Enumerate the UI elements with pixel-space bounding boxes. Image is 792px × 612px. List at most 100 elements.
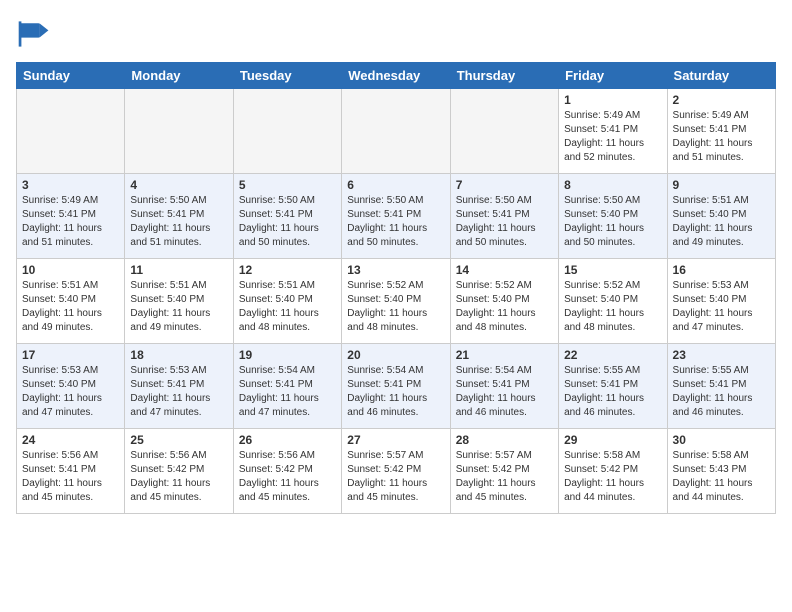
day-info: Sunrise: 5:53 AM Sunset: 5:40 PM Dayligh… (673, 279, 770, 335)
day-number: 20 (347, 348, 444, 362)
day-cell: 24Sunrise: 5:56 AM Sunset: 5:41 PM Dayli… (17, 429, 125, 514)
day-info: Sunrise: 5:51 AM Sunset: 5:40 PM Dayligh… (22, 279, 119, 335)
day-info: Sunrise: 5:52 AM Sunset: 5:40 PM Dayligh… (456, 279, 553, 335)
day-number: 1 (564, 93, 661, 107)
week-row: 1 Sunrise: 5:49 AM Sunset: 5:41 PM Daylig… (17, 89, 776, 174)
day-cell: 30Sunrise: 5:58 AM Sunset: 5:43 PM Dayli… (667, 429, 775, 514)
day-cell: 16 Sunrise: 5:53 AM Sunset: 5:40 PM Dayli… (667, 259, 775, 344)
day-number: 6 (347, 178, 444, 192)
day-info: Sunrise: 5:50 AM Sunset: 5:41 PM Dayligh… (347, 194, 444, 250)
logo (16, 16, 56, 52)
day-cell: 10Sunrise: 5:51 AM Sunset: 5:40 PM Dayli… (17, 259, 125, 344)
day-info: Sunrise: 5:53 AM Sunset: 5:40 PM Dayligh… (22, 364, 119, 420)
week-row: 10Sunrise: 5:51 AM Sunset: 5:40 PM Dayli… (17, 259, 776, 344)
day-info: Sunrise: 5:52 AM Sunset: 5:40 PM Dayligh… (564, 279, 661, 335)
day-cell: 6 Sunrise: 5:50 AM Sunset: 5:41 PM Daylig… (342, 174, 450, 259)
day-info: Sunrise: 5:57 AM Sunset: 5:42 PM Dayligh… (456, 449, 553, 505)
day-info: Sunrise: 5:50 AM Sunset: 5:40 PM Dayligh… (564, 194, 661, 250)
day-cell (450, 89, 558, 174)
day-info: Sunrise: 5:51 AM Sunset: 5:40 PM Dayligh… (239, 279, 336, 335)
day-cell: 22 Sunrise: 5:55 AM Sunset: 5:41 PM Dayli… (559, 344, 667, 429)
header (16, 16, 776, 52)
day-cell: 5 Sunrise: 5:50 AM Sunset: 5:41 PM Daylig… (233, 174, 341, 259)
day-number: 13 (347, 263, 444, 277)
calendar: SundayMondayTuesdayWednesdayThursdayFrid… (16, 62, 776, 514)
day-cell: 9 Sunrise: 5:51 AM Sunset: 5:40 PM Daylig… (667, 174, 775, 259)
header-row: SundayMondayTuesdayWednesdayThursdayFrid… (17, 63, 776, 89)
day-info: Sunrise: 5:56 AM Sunset: 5:42 PM Dayligh… (239, 449, 336, 505)
day-info: Sunrise: 5:55 AM Sunset: 5:41 PM Dayligh… (564, 364, 661, 420)
day-info: Sunrise: 5:55 AM Sunset: 5:41 PM Dayligh… (673, 364, 770, 420)
day-number: 8 (564, 178, 661, 192)
day-cell: 15 Sunrise: 5:52 AM Sunset: 5:40 PM Dayli… (559, 259, 667, 344)
day-number: 5 (239, 178, 336, 192)
day-info: Sunrise: 5:56 AM Sunset: 5:41 PM Dayligh… (22, 449, 119, 505)
day-number: 19 (239, 348, 336, 362)
week-row: 24Sunrise: 5:56 AM Sunset: 5:41 PM Dayli… (17, 429, 776, 514)
weekday-header: Friday (559, 63, 667, 89)
day-info: Sunrise: 5:54 AM Sunset: 5:41 PM Dayligh… (456, 364, 553, 420)
day-cell (125, 89, 233, 174)
day-info: Sunrise: 5:58 AM Sunset: 5:42 PM Dayligh… (564, 449, 661, 505)
day-info: Sunrise: 5:50 AM Sunset: 5:41 PM Dayligh… (130, 194, 227, 250)
day-number: 11 (130, 263, 227, 277)
day-cell: 8 Sunrise: 5:50 AM Sunset: 5:40 PM Daylig… (559, 174, 667, 259)
weekday-header: Tuesday (233, 63, 341, 89)
day-cell: 11 Sunrise: 5:51 AM Sunset: 5:40 PM Dayli… (125, 259, 233, 344)
day-cell: 20Sunrise: 5:54 AM Sunset: 5:41 PM Dayli… (342, 344, 450, 429)
day-cell: 25 Sunrise: 5:56 AM Sunset: 5:42 PM Dayli… (125, 429, 233, 514)
day-info: Sunrise: 5:53 AM Sunset: 5:41 PM Dayligh… (130, 364, 227, 420)
day-cell (17, 89, 125, 174)
day-cell: 14Sunrise: 5:52 AM Sunset: 5:40 PM Dayli… (450, 259, 558, 344)
day-number: 2 (673, 93, 770, 107)
day-number: 30 (673, 433, 770, 447)
day-cell (233, 89, 341, 174)
day-cell: 7Sunrise: 5:50 AM Sunset: 5:41 PM Daylig… (450, 174, 558, 259)
day-info: Sunrise: 5:51 AM Sunset: 5:40 PM Dayligh… (673, 194, 770, 250)
day-cell: 26 Sunrise: 5:56 AM Sunset: 5:42 PM Dayli… (233, 429, 341, 514)
day-cell: 19 Sunrise: 5:54 AM Sunset: 5:41 PM Dayli… (233, 344, 341, 429)
day-cell: 21 Sunrise: 5:54 AM Sunset: 5:41 PM Dayli… (450, 344, 558, 429)
weekday-header: Monday (125, 63, 233, 89)
day-cell: 17Sunrise: 5:53 AM Sunset: 5:40 PM Dayli… (17, 344, 125, 429)
day-number: 28 (456, 433, 553, 447)
day-cell (342, 89, 450, 174)
day-cell: 1 Sunrise: 5:49 AM Sunset: 5:41 PM Daylig… (559, 89, 667, 174)
day-info: Sunrise: 5:57 AM Sunset: 5:42 PM Dayligh… (347, 449, 444, 505)
day-info: Sunrise: 5:56 AM Sunset: 5:42 PM Dayligh… (130, 449, 227, 505)
week-row: 3Sunrise: 5:49 AM Sunset: 5:41 PM Daylig… (17, 174, 776, 259)
week-row: 17Sunrise: 5:53 AM Sunset: 5:40 PM Dayli… (17, 344, 776, 429)
day-number: 3 (22, 178, 119, 192)
day-number: 4 (130, 178, 227, 192)
page: SundayMondayTuesdayWednesdayThursdayFrid… (0, 0, 792, 524)
day-number: 25 (130, 433, 227, 447)
day-number: 22 (564, 348, 661, 362)
day-cell: 13 Sunrise: 5:52 AM Sunset: 5:40 PM Dayli… (342, 259, 450, 344)
day-info: Sunrise: 5:52 AM Sunset: 5:40 PM Dayligh… (347, 279, 444, 335)
day-info: Sunrise: 5:51 AM Sunset: 5:40 PM Dayligh… (130, 279, 227, 335)
day-cell: 2 Sunrise: 5:49 AM Sunset: 5:41 PM Daylig… (667, 89, 775, 174)
weekday-header: Saturday (667, 63, 775, 89)
weekday-header: Thursday (450, 63, 558, 89)
day-cell: 12 Sunrise: 5:51 AM Sunset: 5:40 PM Dayli… (233, 259, 341, 344)
day-number: 12 (239, 263, 336, 277)
day-number: 29 (564, 433, 661, 447)
day-info: Sunrise: 5:54 AM Sunset: 5:41 PM Dayligh… (239, 364, 336, 420)
day-number: 9 (673, 178, 770, 192)
day-cell: 18 Sunrise: 5:53 AM Sunset: 5:41 PM Dayli… (125, 344, 233, 429)
day-number: 15 (564, 263, 661, 277)
day-number: 26 (239, 433, 336, 447)
weekday-header: Sunday (17, 63, 125, 89)
logo-icon (16, 16, 52, 52)
day-number: 21 (456, 348, 553, 362)
day-info: Sunrise: 5:49 AM Sunset: 5:41 PM Dayligh… (564, 109, 661, 165)
day-cell: 23 Sunrise: 5:55 AM Sunset: 5:41 PM Dayli… (667, 344, 775, 429)
day-cell: 3Sunrise: 5:49 AM Sunset: 5:41 PM Daylig… (17, 174, 125, 259)
day-number: 16 (673, 263, 770, 277)
day-info: Sunrise: 5:50 AM Sunset: 5:41 PM Dayligh… (239, 194, 336, 250)
day-cell: 28 Sunrise: 5:57 AM Sunset: 5:42 PM Dayli… (450, 429, 558, 514)
day-number: 18 (130, 348, 227, 362)
day-number: 23 (673, 348, 770, 362)
day-info: Sunrise: 5:49 AM Sunset: 5:41 PM Dayligh… (673, 109, 770, 165)
weekday-header: Wednesday (342, 63, 450, 89)
